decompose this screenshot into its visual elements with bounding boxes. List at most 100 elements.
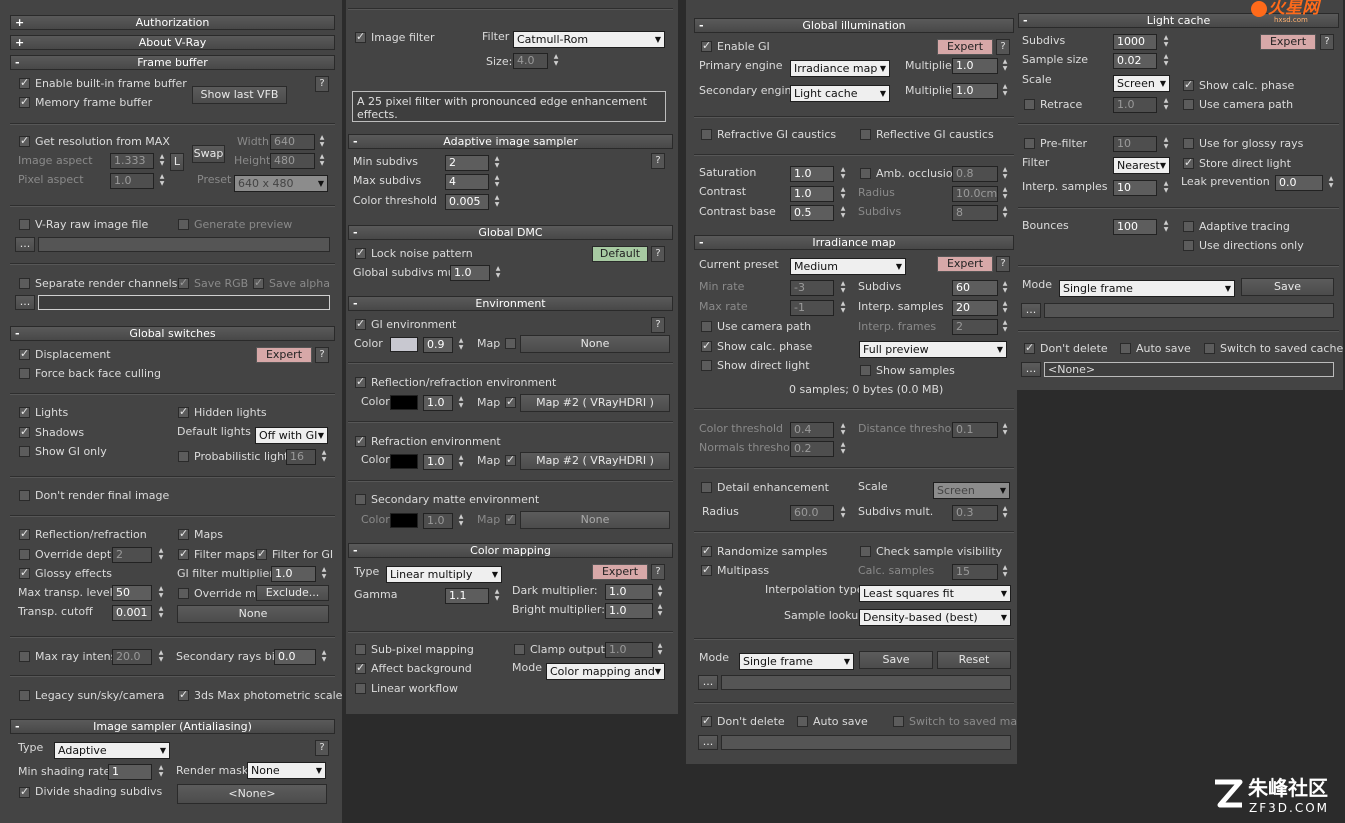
min-subdivs-field[interactable]: 2 <box>445 155 489 171</box>
lc-interp-samples-spinner-arrows[interactable]: ▲ ▼ <box>1161 180 1171 196</box>
gi-env-map-button[interactable]: None <box>520 335 670 353</box>
leak-spinner-arrows[interactable]: ▲ ▼ <box>1326 175 1336 191</box>
filter-dropdown[interactable]: Catmull-Rom ▼ <box>513 31 665 48</box>
lc-mode-dropdown[interactable]: Single frame ▼ <box>1059 280 1235 297</box>
override-depth-spinner-arrows[interactable]: ▲ ▼ <box>156 547 166 563</box>
im-use-cam-path-checkbox[interactable] <box>701 321 712 332</box>
prob-lights-checkbox[interactable] <box>178 451 189 462</box>
gi-filter-mult-field[interactable]: 1.0 <box>271 566 316 582</box>
max-ray-field[interactable]: 20.0 <box>112 649 152 665</box>
de-radius-spinner-arrows[interactable]: ▲ ▼ <box>838 505 848 521</box>
gi-expert-button[interactable]: Expert <box>937 39 993 55</box>
linear-wf-checkbox[interactable] <box>355 683 366 694</box>
detail-enh-checkbox[interactable] <box>701 482 712 493</box>
max-ray-checkbox[interactable] <box>19 651 30 662</box>
amb-occ-checkbox[interactable] <box>860 168 871 179</box>
help-button[interactable]: ? <box>315 76 329 92</box>
override-mtl-checkbox[interactable] <box>178 588 189 599</box>
use-glossy-checkbox[interactable] <box>1183 138 1194 149</box>
dist-thresh-field[interactable]: 0.1 <box>952 422 998 438</box>
interp-samples-spinner-arrows[interactable]: ▲ ▼ <box>1000 300 1010 316</box>
leak-field[interactable]: 0.0 <box>1275 175 1323 191</box>
show-samples-checkbox[interactable] <box>860 365 871 376</box>
sec-matte-mult-field[interactable]: 1.0 <box>423 513 453 529</box>
clamp-field[interactable]: 1.0 <box>605 642 653 658</box>
help-button[interactable]: ? <box>651 564 665 580</box>
im-subdivs-field[interactable]: 60 <box>952 280 998 296</box>
prefilter-checkbox[interactable] <box>1024 138 1035 149</box>
retrace-checkbox[interactable] <box>1024 99 1035 110</box>
min-rate-field[interactable]: -3 <box>790 280 834 296</box>
im-browse-button-2[interactable]: ... <box>698 735 718 750</box>
detail-scale-dropdown[interactable]: Screen ▼ <box>933 482 1010 499</box>
frame-buffer-header[interactable]: - Frame buffer <box>10 55 335 70</box>
affect-bg-checkbox[interactable] <box>355 661 366 674</box>
max-ray-spinner-arrows[interactable]: ▲ ▼ <box>156 649 166 665</box>
retrace-field[interactable]: 1.0 <box>1113 97 1157 113</box>
interp-frames-spinner-arrows[interactable]: ▲ ▼ <box>1000 319 1010 335</box>
refr-env-mult-field[interactable]: 1.0 <box>423 454 453 470</box>
displacement-checkbox[interactable] <box>19 347 30 360</box>
gi-env-mult-spinner-arrows[interactable]: ▲ ▼ <box>456 337 466 353</box>
irr-preset-dropdown[interactable]: Medium ▼ <box>790 258 906 275</box>
render-mask-none-button[interactable]: <None> <box>177 784 327 804</box>
refl-env-map-button[interactable]: Map #2 ( VRayHDRI ) <box>520 394 670 412</box>
shadows-checkbox[interactable] <box>19 425 30 438</box>
sample-lookup-dropdown[interactable]: Density-based (best) ▼ <box>859 609 1011 626</box>
im-reset-button[interactable]: Reset <box>937 651 1011 669</box>
radius-field[interactable]: 10.0cm <box>952 186 998 202</box>
store-direct-checkbox[interactable] <box>1183 156 1194 169</box>
adaptive-tracing-checkbox[interactable] <box>1183 221 1194 232</box>
dont-render-checkbox[interactable] <box>19 490 30 501</box>
size-field[interactable]: 4.0 <box>513 53 548 69</box>
sampler-type-dropdown[interactable]: Adaptive ▼ <box>54 742 170 759</box>
authorization-header[interactable]: + Authorization <box>10 15 335 30</box>
divide-shading-checkbox[interactable] <box>19 785 30 798</box>
refl-caustics-checkbox[interactable] <box>860 129 871 140</box>
dist-thresh-spinner-arrows[interactable]: ▲ ▼ <box>1000 422 1010 438</box>
randomize-checkbox[interactable] <box>701 544 712 557</box>
force-back-checkbox[interactable] <box>19 368 30 379</box>
default-button[interactable]: Default <box>592 246 648 262</box>
im-save-button[interactable]: Save <box>859 651 933 669</box>
bounces-spinner-arrows[interactable]: ▲ ▼ <box>1161 219 1171 235</box>
im-dont-delete-checkbox[interactable] <box>701 714 712 727</box>
bounces-field[interactable]: 100 <box>1113 219 1157 235</box>
sec-matte-checkbox[interactable] <box>355 494 366 505</box>
gamma-spinner-arrows[interactable]: ▲ ▼ <box>492 588 502 604</box>
lc-use-cam-path-checkbox[interactable] <box>1183 99 1194 110</box>
refl-env-map-checkbox[interactable] <box>505 395 516 408</box>
saturation-field[interactable]: 1.0 <box>790 166 834 182</box>
prob-lights-spinner-arrows[interactable]: ▲ ▼ <box>319 449 329 465</box>
about-header[interactable]: + About V-Ray <box>10 35 335 50</box>
lc-switch-saved-checkbox[interactable] <box>1204 343 1215 354</box>
color-thresh-spinner-arrows[interactable]: ▲ ▼ <box>838 422 848 438</box>
im-mode-dropdown[interactable]: Single frame ▼ <box>739 653 854 670</box>
interp-frames-field[interactable]: 2 <box>952 319 998 335</box>
save-rgb-checkbox[interactable] <box>178 276 189 289</box>
lc-auto-save-checkbox[interactable] <box>1120 343 1131 354</box>
refl-env-color-swatch[interactable] <box>390 395 418 410</box>
clamp-checkbox[interactable] <box>514 644 525 655</box>
override-depth-field[interactable]: 2 <box>112 547 152 563</box>
adaptive-header[interactable]: - Adaptive image sampler <box>348 134 673 149</box>
filter-maps-checkbox[interactable] <box>178 547 189 560</box>
global-subdivs-field[interactable]: 1.0 <box>450 265 490 281</box>
height-field[interactable]: 480 <box>270 153 315 169</box>
gs-expert-button[interactable]: Expert <box>256 347 312 363</box>
normals-thresh-field[interactable]: 0.2 <box>790 441 834 457</box>
lc-file-field[interactable] <box>1044 303 1334 318</box>
help-button[interactable]: ? <box>315 347 329 363</box>
environment-header[interactable]: - Environment <box>348 296 673 311</box>
gamma-field[interactable]: 1.1 <box>445 588 489 604</box>
im-show-calc-checkbox[interactable] <box>701 339 712 352</box>
pixel-aspect-spinner-arrows[interactable]: ▲ ▼ <box>157 173 167 189</box>
filter-gi-checkbox[interactable] <box>256 547 267 560</box>
bright-mult-spinner-arrows[interactable]: ▲ ▼ <box>655 603 665 619</box>
subdivs-mult-spinner-arrows[interactable]: ▲ ▼ <box>1000 505 1010 521</box>
normals-thresh-spinner-arrows[interactable]: ▲ ▼ <box>838 441 848 457</box>
color-thresh-field[interactable]: 0.4 <box>790 422 834 438</box>
contrast-base-spinner-arrows[interactable]: ▲ ▼ <box>838 205 848 221</box>
lc-save-button[interactable]: Save <box>1241 278 1334 296</box>
refr-env-checkbox[interactable] <box>355 434 366 447</box>
